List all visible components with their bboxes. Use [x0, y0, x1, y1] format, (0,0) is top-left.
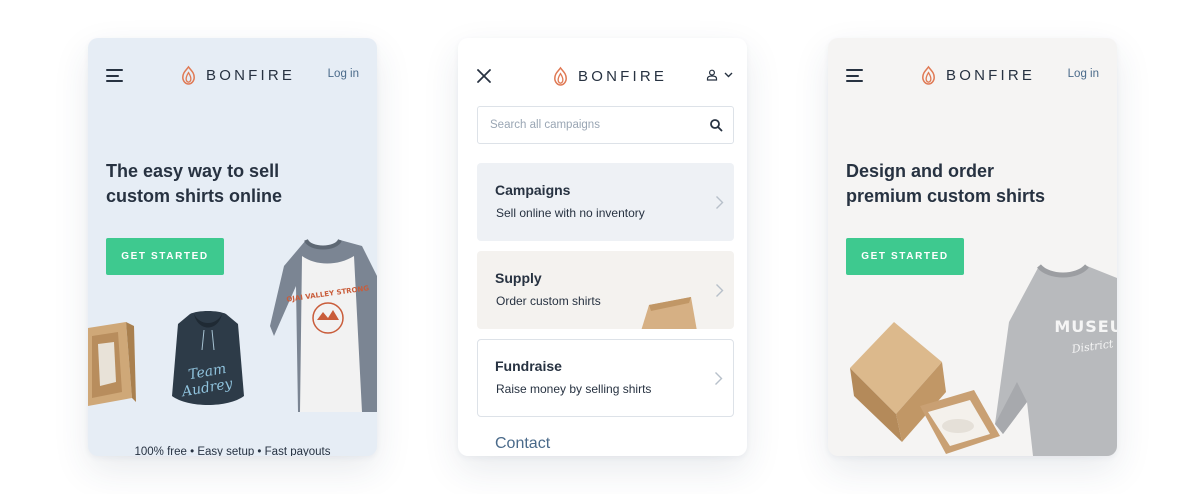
search-icon[interactable]	[709, 118, 723, 132]
chevron-right-icon	[715, 372, 723, 385]
brand-name: BONFIRE	[946, 67, 1036, 84]
shipping-box-illustration	[88, 322, 136, 406]
menu-item-fundraise[interactable]: Fundraise Raise money by selling shirts	[477, 339, 734, 417]
chevron-down-icon	[724, 72, 733, 78]
hoodie-illustration: Team Audrey	[172, 311, 244, 405]
brand-logo[interactable]: BONFIRE	[179, 65, 295, 86]
search-box[interactable]: Search all campaigns	[477, 106, 734, 144]
phone-screen-supply: BONFIRE Log in Design and order premium …	[828, 38, 1117, 456]
menu-item-title: Supply	[495, 270, 542, 286]
menu-item-subtitle: Order custom shirts	[496, 294, 601, 308]
raglan-tshirt-illustration: OJAI VALLEY STRONG	[270, 238, 377, 412]
menu-item-supply[interactable]: Supply Order custom shirts	[477, 251, 734, 329]
bonfire-flame-icon	[182, 65, 195, 85]
hero-title-line-2: custom shirts online	[106, 186, 283, 206]
features-footnote: 100% free • Easy setup • Fast payouts	[134, 446, 331, 456]
contact-link[interactable]: Contact	[495, 435, 550, 453]
get-started-button[interactable]: GET STARTED	[106, 238, 224, 275]
brand-name: BONFIRE	[578, 68, 668, 85]
menu-item-campaigns[interactable]: Campaigns Sell online with no inventory	[477, 163, 734, 241]
bonfire-flame-icon	[922, 65, 935, 85]
chevron-right-icon	[716, 196, 724, 209]
sweatshirt-text-line-1: MUSEU	[1054, 317, 1117, 336]
phone-screen-sell: BONFIRE Log in The easy way to sell cust…	[88, 38, 377, 456]
bonfire-flame-icon	[554, 66, 567, 86]
menu-item-subtitle: Sell online with no inventory	[496, 206, 645, 220]
hero-title: Design and order premium custom shirts	[846, 159, 1096, 209]
shipping-box-illustration	[641, 297, 697, 329]
search-input[interactable]: Search all campaigns	[490, 119, 600, 131]
close-icon[interactable]	[476, 68, 492, 84]
brand-name: BONFIRE	[206, 67, 296, 84]
hero-title-line-1: Design and order	[846, 161, 995, 181]
hamburger-icon[interactable]	[106, 69, 123, 82]
sweatshirt-illustration: MUSEU District	[995, 264, 1117, 456]
hero-title: The easy way to sell custom shirts onlin…	[106, 159, 356, 209]
brand-logo[interactable]: BONFIRE	[919, 65, 1035, 86]
chevron-right-icon	[716, 284, 724, 297]
login-link[interactable]: Log in	[1068, 68, 1099, 80]
login-link[interactable]: Log in	[328, 68, 359, 80]
account-menu[interactable]	[706, 69, 733, 81]
menu-item-subtitle: Raise money by selling shirts	[496, 382, 652, 396]
hamburger-icon[interactable]	[846, 69, 863, 82]
hero-title-line-1: The easy way to sell	[106, 161, 280, 181]
phone-screen-menu: BONFIRE Search all campaigns Campaigns S…	[458, 38, 747, 456]
brand-logo[interactable]: BONFIRE	[551, 66, 667, 87]
hero-title-line-2: premium custom shirts	[846, 186, 1046, 206]
user-icon	[706, 69, 718, 81]
menu-item-title: Fundraise	[495, 358, 562, 374]
menu-item-title: Campaigns	[495, 182, 571, 198]
shipping-boxes-illustration	[850, 322, 1000, 454]
get-started-button[interactable]: GET STARTED	[846, 238, 964, 275]
